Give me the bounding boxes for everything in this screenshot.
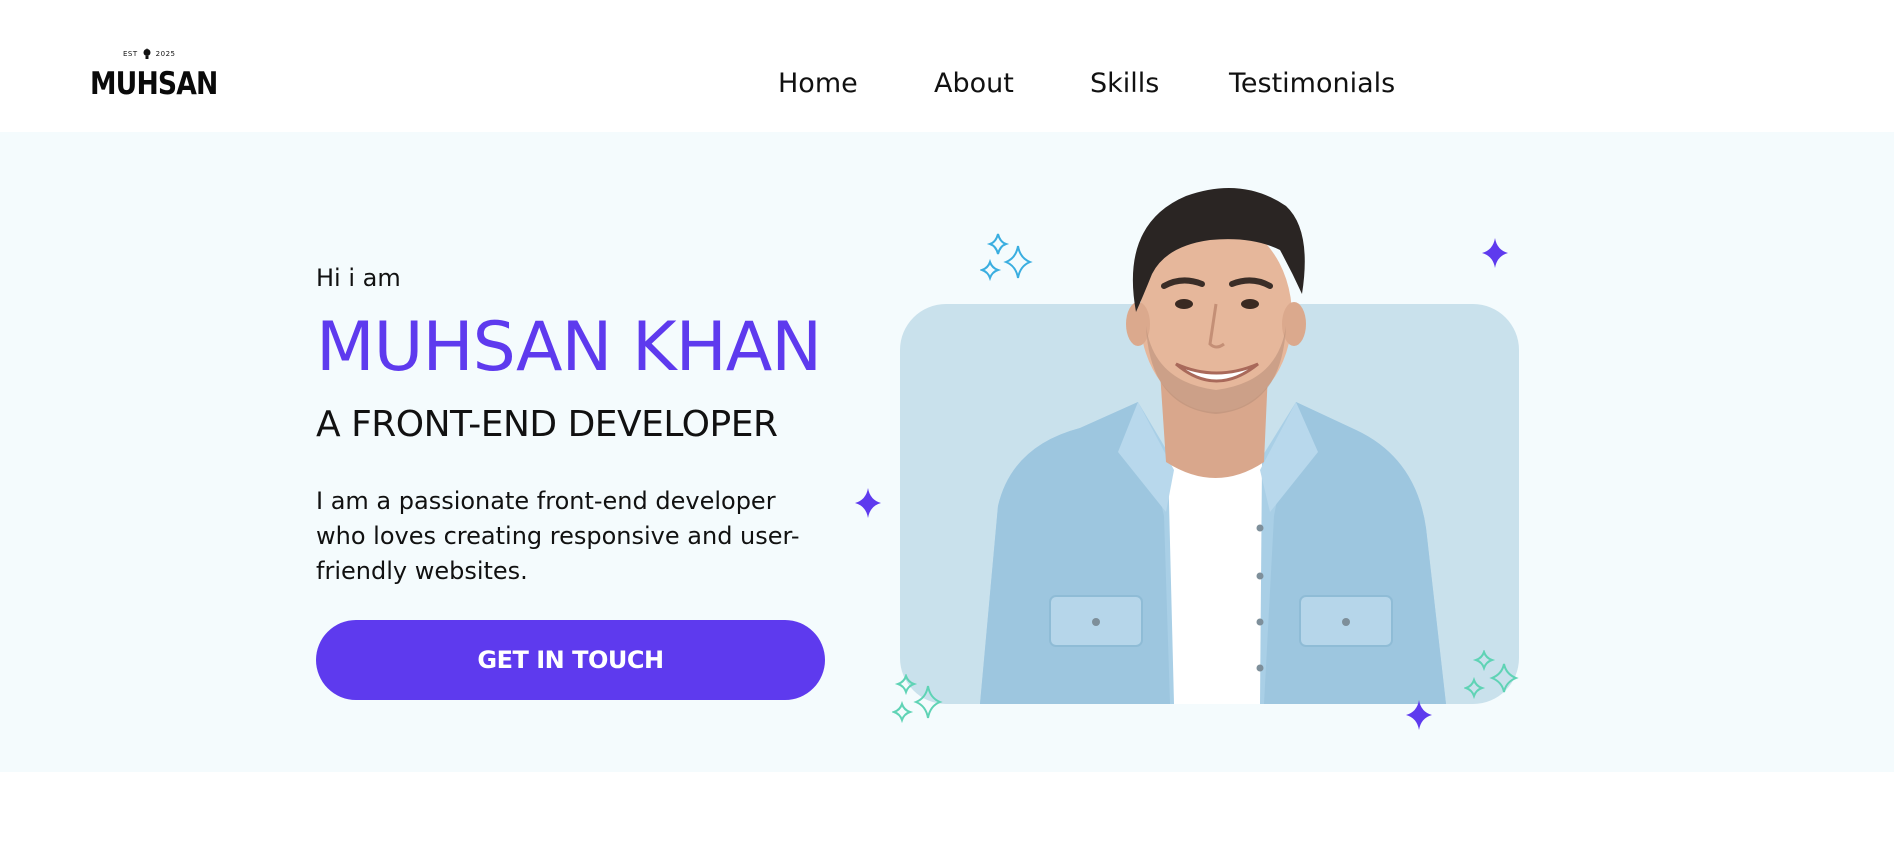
profile-photo	[980, 188, 1446, 704]
hero-description: I am a passionate front-end developer wh…	[316, 487, 800, 585]
sparkle-icon	[1482, 238, 1508, 268]
nav-skills[interactable]: Skills	[1090, 68, 1159, 99]
hero-name: MUHSAN KHAN	[316, 308, 822, 387]
site-header: EST 2025 MUHSAN Home About Skills Testim…	[0, 0, 1894, 132]
logo-est-label: EST	[123, 50, 138, 58]
hero-greeting: Hi i am	[316, 264, 401, 292]
sparkle-icon	[892, 674, 943, 724]
main-nav: Home About Skills Testimonials	[0, 68, 1894, 104]
logo-year: 2025	[155, 50, 176, 58]
sparkle-icon	[1406, 700, 1432, 730]
nav-home[interactable]: Home	[778, 68, 858, 99]
sparkle-icon	[1464, 650, 1519, 700]
get-in-touch-button[interactable]: GET IN TOUCH	[316, 620, 825, 700]
nav-about[interactable]: About	[934, 68, 1014, 99]
sparkle-icon	[855, 488, 881, 518]
hero-role: A FRONT-END DEVELOPER	[316, 404, 778, 445]
sparkle-icon	[980, 233, 1033, 282]
lightbulb-icon	[143, 48, 151, 59]
nav-testimonials[interactable]: Testimonials	[1229, 68, 1395, 99]
logo-est: EST 2025	[123, 48, 175, 60]
